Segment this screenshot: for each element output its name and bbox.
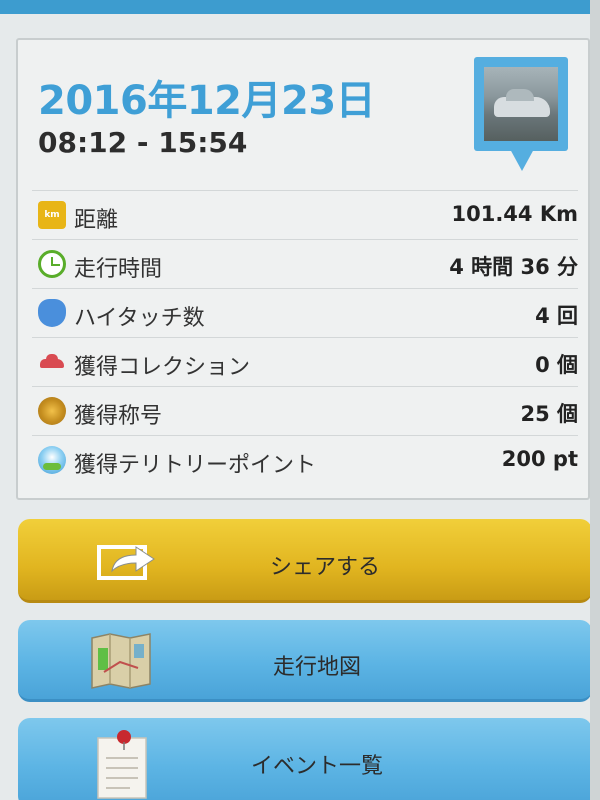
screen-edge	[590, 0, 600, 800]
stat-value: 25 個	[520, 402, 578, 426]
pin-pointer	[510, 149, 534, 171]
drive-summary-screen: 2016年12月23日 08:12 - 15:54 km 距離 101.44 K…	[0, 0, 600, 800]
stat-label: 距離	[74, 208, 119, 233]
drive-time-range: 08:12 - 15:54	[38, 126, 248, 159]
top-bar	[0, 0, 600, 14]
stat-value: 4 回	[535, 304, 578, 328]
event-list-button[interactable]: イベント一覧	[18, 718, 592, 800]
stat-label: 獲得コレクション	[74, 355, 251, 380]
km-badge-icon: km	[38, 201, 66, 229]
stat-row-territory-points: 獲得テリトリーポイント 200 pt	[32, 435, 578, 484]
stat-row-distance: km 距離 101.44 Km	[32, 190, 578, 239]
stat-label: ハイタッチ数	[74, 306, 205, 331]
stat-row-driving-time: 走行時間 4 時間 36 分	[32, 239, 578, 288]
stats-list: km 距離 101.44 Km 走行時間 4 時間 36 分 ハイタッチ数 4 …	[32, 190, 578, 484]
photo-frame	[474, 57, 568, 151]
clock-icon	[38, 250, 66, 278]
territory-globe-icon	[38, 446, 66, 474]
stat-value: 101.44 Km	[451, 202, 578, 226]
stat-label: 走行時間	[74, 257, 163, 282]
driving-map-button[interactable]: 走行地図	[18, 620, 592, 702]
high-five-hand-icon	[38, 299, 66, 327]
share-button[interactable]: シェアする	[18, 519, 592, 603]
stat-row-collections: 獲得コレクション 0 個	[32, 337, 578, 386]
stat-row-high-fives: ハイタッチ数 4 回	[32, 288, 578, 337]
car-photo-pin[interactable]	[474, 57, 568, 177]
drive-summary-card: 2016年12月23日 08:12 - 15:54 km 距離 101.44 K…	[16, 38, 590, 500]
stat-value: 200 pt	[501, 447, 578, 471]
car-silhouette	[494, 89, 550, 117]
car-icon	[38, 348, 66, 376]
drive-date: 2016年12月23日	[38, 78, 376, 124]
stat-value: 0 個	[535, 353, 578, 377]
stat-row-titles: 獲得称号 25 個	[32, 386, 578, 435]
medal-icon	[38, 397, 66, 425]
car-photo	[484, 67, 558, 141]
driving-map-button-label: 走行地図	[272, 655, 361, 680]
event-list-button-label: イベント一覧	[250, 754, 383, 779]
stat-label: 獲得称号	[74, 404, 163, 429]
share-button-label: シェアする	[269, 555, 380, 580]
stat-value: 4 時間 36 分	[449, 255, 578, 279]
stat-label: 獲得テリトリーポイント	[74, 453, 317, 478]
